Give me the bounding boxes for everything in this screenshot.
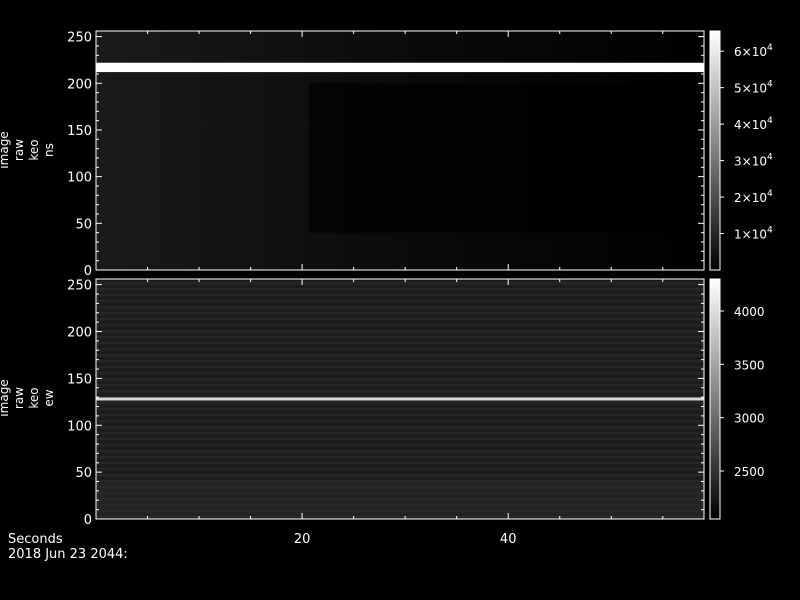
y-tick-label: 50 bbox=[75, 466, 92, 481]
colorbar-tick-label: 3×104 bbox=[734, 153, 773, 169]
heatmap-dark-region bbox=[308, 83, 704, 233]
colorbar-tick-label: 5×104 bbox=[734, 80, 773, 96]
y-axis-label: raw bbox=[12, 387, 26, 409]
heatmap-panel-2: 0 50 100 150 200 250 20 40 image raw keo ew 2500 3000… bbox=[0, 278, 765, 547]
colorbar-tick-label: 2×104 bbox=[734, 189, 773, 205]
panels-group: 050100150200250image raw keo ns1×1042×1043×… bbox=[0, 30, 773, 547]
bright-band bbox=[96, 62, 704, 73]
y-axis-label: raw bbox=[12, 139, 26, 161]
y-tick-label: 200 bbox=[67, 77, 92, 92]
y-axis-label: image bbox=[0, 131, 11, 168]
y-tick-label: 100 bbox=[67, 171, 92, 186]
x-tick-label: 20 bbox=[294, 532, 311, 547]
keogram-figure: 050100150200250image raw keo ns1×1042×1043×… bbox=[0, 30, 773, 562]
date-label: 2018 Jun 23 2044: bbox=[8, 547, 128, 562]
y-axis-label: image bbox=[0, 379, 11, 416]
y-tick-label: 150 bbox=[67, 124, 92, 139]
heatmap-lower-band bbox=[96, 481, 704, 519]
colorbar-tick-label: 4000 bbox=[734, 305, 765, 319]
colorbar-tick-label: 6×104 bbox=[734, 43, 773, 59]
y-tick-label: 150 bbox=[67, 372, 92, 387]
heatmap-panel-1: 0 50 100 150 200 250 image raw keo ns 1×104 2×104 3×… bbox=[0, 30, 773, 279]
colorbar-tick-label: 1×104 bbox=[734, 226, 773, 242]
y-axis-label: ew bbox=[42, 389, 56, 406]
y-tick-label: 0 bbox=[84, 264, 92, 279]
x-tick-label: 40 bbox=[500, 532, 517, 547]
y-tick-label: 250 bbox=[67, 279, 92, 294]
x-axis-label: Seconds bbox=[8, 532, 63, 547]
colorbar bbox=[710, 31, 720, 270]
y-tick-label: 100 bbox=[67, 419, 92, 434]
y-tick-label: 200 bbox=[67, 326, 92, 341]
y-tick-label: 250 bbox=[67, 31, 92, 46]
colorbar-tick-label: 3500 bbox=[734, 358, 765, 372]
colorbar-tick-label: 4×104 bbox=[734, 116, 773, 132]
y-axis-label: keo bbox=[27, 139, 41, 160]
y-axis-label: keo bbox=[27, 387, 41, 408]
colorbar-tick-label: 2500 bbox=[734, 465, 765, 479]
bright-line bbox=[96, 397, 704, 401]
colorbar bbox=[710, 279, 720, 519]
y-tick-label: 0 bbox=[84, 513, 92, 528]
colorbar-tick-label: 3000 bbox=[734, 412, 765, 426]
y-axis-label: ns bbox=[42, 143, 56, 157]
y-tick-label: 50 bbox=[75, 217, 92, 232]
